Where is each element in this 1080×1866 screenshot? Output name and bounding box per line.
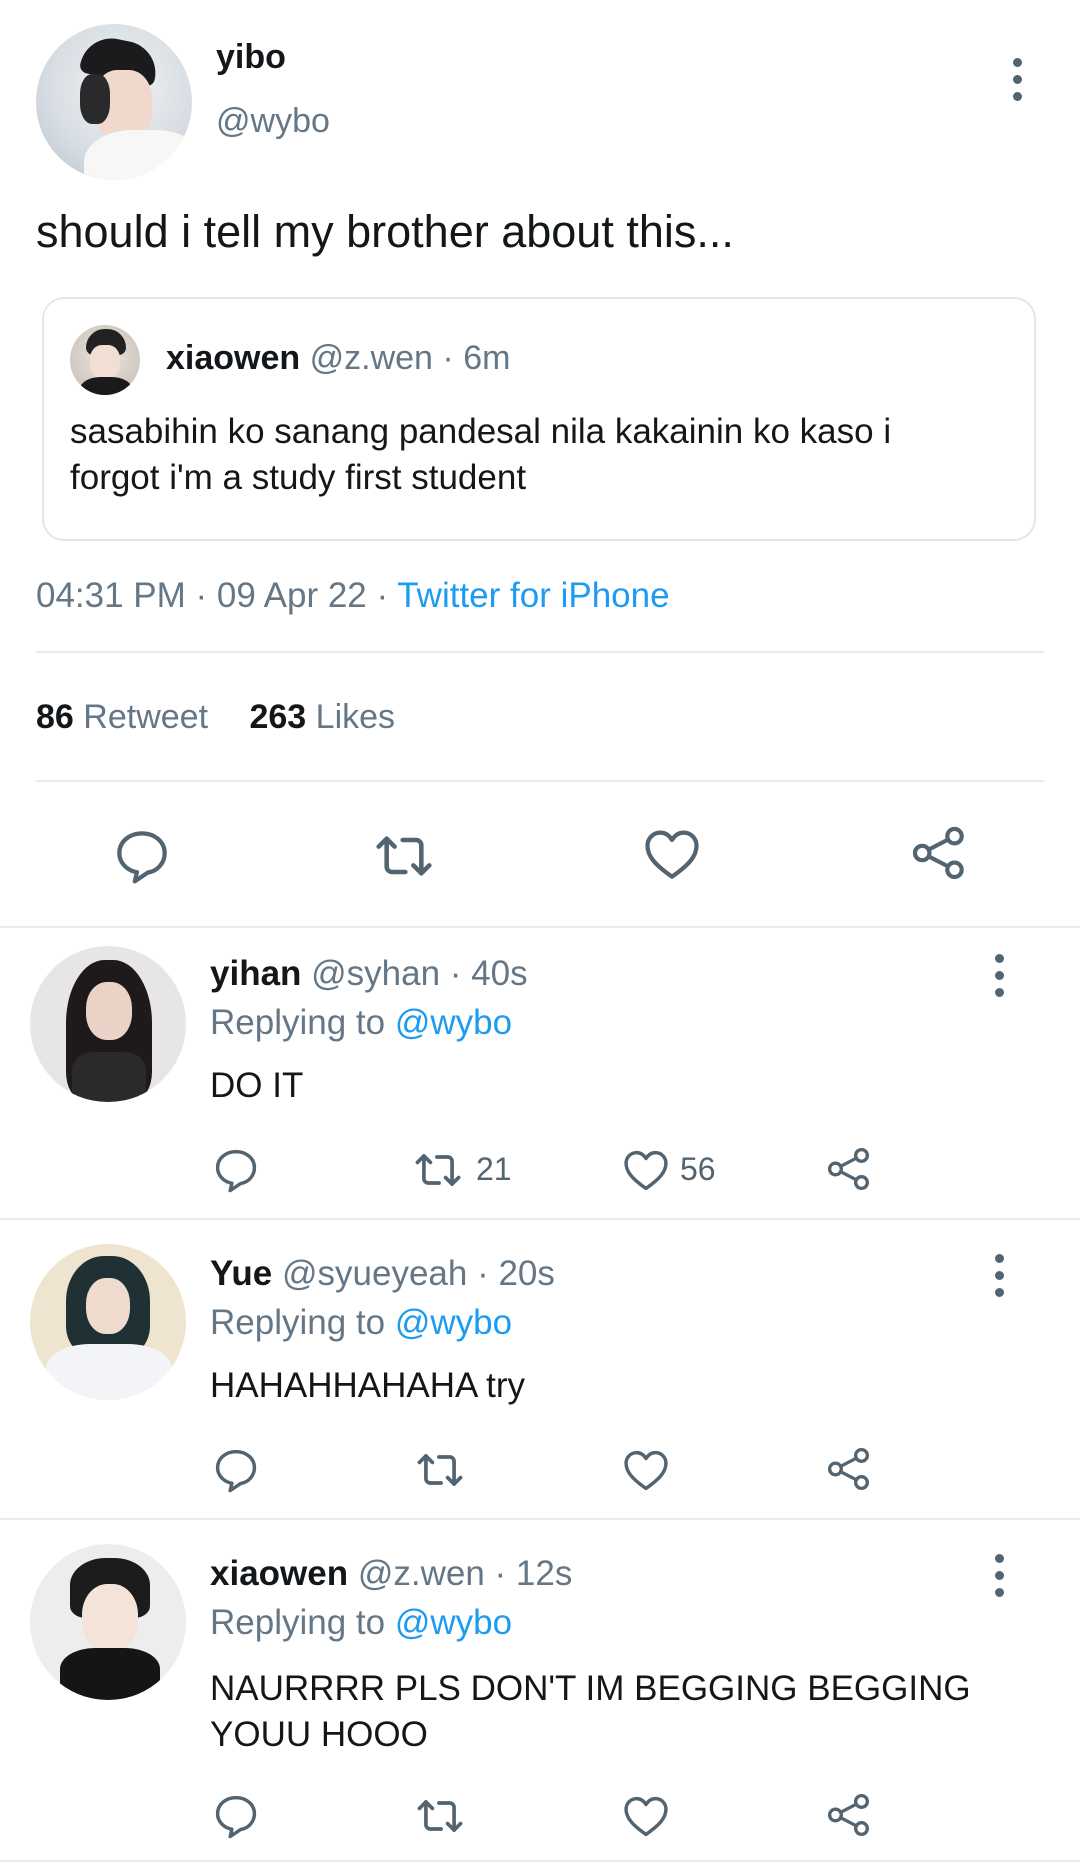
reply-author-meta: @z.wen · 12s (357, 1554, 573, 1593)
author-name[interactable]: yibo (216, 38, 286, 77)
like-icon[interactable] (620, 1444, 672, 1496)
retweet-count: 21 (476, 1151, 512, 1187)
share-icon[interactable] (824, 1790, 874, 1840)
divider (0, 1860, 1080, 1862)
author-avatar[interactable] (36, 24, 192, 180)
divider (36, 651, 1044, 653)
quoted-tweet-text: sasabihin ko sanang pandesal nila kakain… (70, 412, 892, 497)
reply-avatar[interactable] (30, 946, 186, 1102)
replying-to-label: Replying to (210, 1603, 386, 1642)
retweet-icon[interactable] (372, 824, 436, 888)
tweet-timestamp: 04:31 PM · 09 Apr 22 · (36, 576, 389, 615)
reply-text: HAHAHHAHAHA try (210, 1366, 526, 1405)
more-options-icon[interactable] (994, 1554, 1004, 1597)
replying-to-label: Replying to (210, 1003, 386, 1042)
retweet-icon[interactable] (414, 1444, 466, 1496)
quoted-tweet-card[interactable]: xiaowen @z.wen · 6m sasabihin ko sanang … (42, 297, 1036, 541)
retweet-icon[interactable] (414, 1790, 466, 1842)
reply-text: DO IT (210, 1066, 304, 1105)
reply-icon[interactable] (210, 1790, 262, 1842)
more-options-icon[interactable] (994, 1254, 1004, 1297)
reply-avatar[interactable] (30, 1244, 186, 1400)
like-label: Likes (315, 698, 396, 736)
tweet-stats: 86 Retweet 263 Likes (36, 698, 395, 737)
divider (36, 780, 1044, 782)
more-options-icon[interactable] (1012, 58, 1022, 101)
quoted-author-avatar[interactable] (70, 325, 140, 395)
retweet-label: Retweet (83, 698, 209, 736)
share-icon[interactable] (824, 1444, 874, 1494)
replying-to-label: Replying to (210, 1303, 386, 1342)
reply-author-name[interactable]: yihan (210, 954, 301, 993)
replying-to-link[interactable]: @wybo (395, 1003, 512, 1042)
replying-to-link[interactable]: @wybo (395, 1303, 512, 1342)
like-icon[interactable] (620, 1790, 672, 1842)
reply-author-name[interactable]: Yue (210, 1254, 272, 1293)
divider (0, 1218, 1080, 1220)
share-icon[interactable] (908, 822, 970, 884)
quoted-tweet-time: · 6m (442, 339, 511, 377)
share-icon[interactable] (824, 1144, 874, 1194)
divider (0, 926, 1080, 928)
like-count: 263 (249, 698, 307, 736)
tweet-text: should i tell my brother about this... (36, 206, 734, 257)
reply-avatar[interactable] (30, 1544, 186, 1700)
retweet-icon[interactable] (412, 1144, 464, 1196)
reply-author-meta: @syueyeah · 20s (282, 1254, 555, 1293)
reply-author-name[interactable]: xiaowen (210, 1554, 348, 1593)
like-stat[interactable]: 263 Likes (249, 698, 395, 736)
replying-to-link[interactable]: @wybo (395, 1603, 512, 1642)
more-options-icon[interactable] (994, 954, 1004, 997)
reply-icon[interactable] (110, 824, 174, 888)
quoted-author-handle[interactable]: @z.wen (310, 339, 433, 377)
reply-icon[interactable] (210, 1144, 262, 1196)
reply-icon[interactable] (210, 1444, 262, 1496)
reply-author-meta: @syhan · 40s (311, 954, 528, 993)
like-icon[interactable] (640, 822, 704, 886)
like-icon[interactable] (620, 1144, 672, 1196)
retweet-count: 86 (36, 698, 74, 736)
tweet-source-link[interactable]: Twitter for iPhone (397, 576, 669, 615)
like-count: 56 (680, 1151, 716, 1187)
author-handle[interactable]: @wybo (216, 102, 330, 141)
divider (0, 1518, 1080, 1520)
reply-text: NAURRRR PLS DON'T IM BEGGING BEGGING YOU… (210, 1669, 971, 1754)
retweet-stat[interactable]: 86 Retweet (36, 698, 217, 736)
quoted-author-name[interactable]: xiaowen (166, 339, 300, 377)
